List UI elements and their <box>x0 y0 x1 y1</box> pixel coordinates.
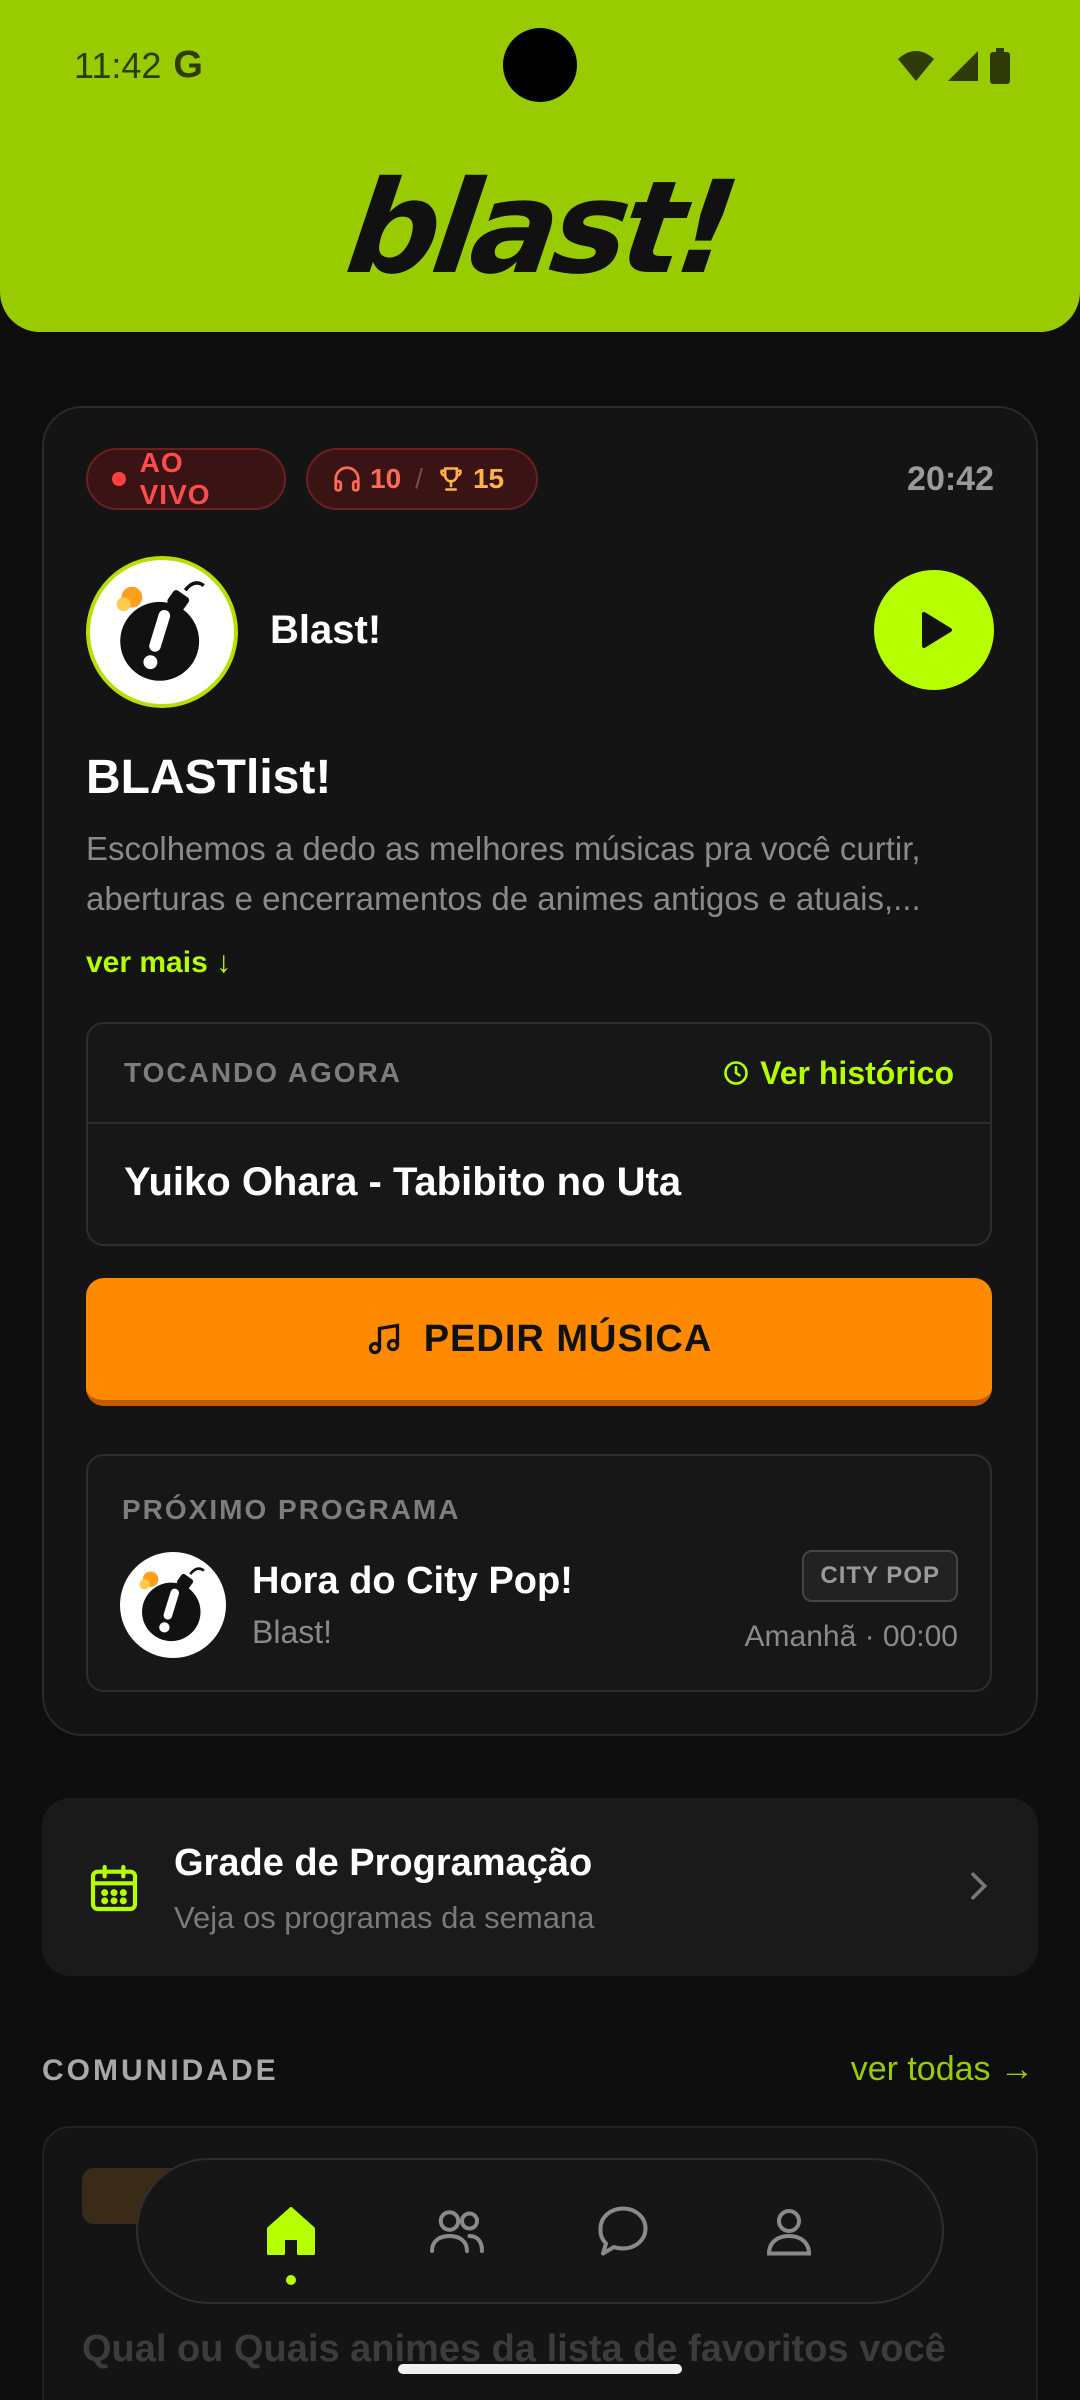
stats-badge: 10 / 15 <box>306 448 538 510</box>
music-note-icon <box>368 1323 399 1355</box>
see-all-link[interactable]: ver todas → <box>851 2050 1034 2089</box>
profile-icon <box>766 2209 812 2256</box>
nav-home[interactable] <box>246 2181 336 2285</box>
now-playing-box: TOCANDO AGORA Ver histórico Yuiko Ohara … <box>86 1022 992 1246</box>
play-button[interactable] <box>874 570 994 690</box>
schedule-card[interactable]: Grade de Programação Veja os programas d… <box>42 1798 1038 1976</box>
bomb-icon <box>116 581 205 681</box>
trophies-count: 15 <box>472 463 505 494</box>
nav-profile[interactable] <box>744 2181 834 2281</box>
live-badge: AO VIVO <box>86 447 286 510</box>
show-title: BLASTlist! <box>86 751 332 804</box>
show-clock: 20:42 <box>907 460 994 498</box>
history-link[interactable]: Ver histórico <box>722 1055 954 1092</box>
bomb-icon <box>139 1567 205 1642</box>
live-label: AO VIVO <box>139 447 211 510</box>
now-playing-header: TOCANDO AGORA Ver histórico <box>88 1024 990 1124</box>
see-more-link[interactable]: ver mais ↓ <box>86 946 231 980</box>
clock-text: 11:42 <box>74 44 162 86</box>
chat-icon <box>598 2206 648 2256</box>
wifi-icon <box>898 51 934 81</box>
blast-logo: blast! <box>338 154 742 303</box>
stats-separator: / <box>415 463 423 494</box>
next-program-avatar <box>120 1552 226 1658</box>
calendar-icon <box>90 1864 138 1912</box>
request-song-button[interactable]: PEDIR MÚSICA <box>86 1278 992 1406</box>
clock-icon <box>724 1061 748 1085</box>
home-indicator[interactable] <box>398 2364 682 2374</box>
station-avatar <box>86 556 238 708</box>
live-station-card: AO VIVO 10 / 15 20:42 Blast! BLASTlist! … <box>42 406 1038 1736</box>
community-section-label: COMUNIDADE <box>42 2054 279 2087</box>
nav-chat[interactable] <box>578 2181 668 2281</box>
request-song-label: PEDIR MÚSICA <box>423 1317 713 1360</box>
next-program-label: PRÓXIMO PROGRAMA <box>122 1494 461 1525</box>
camera-cutout <box>503 28 577 102</box>
users-icon <box>430 2210 484 2253</box>
genre-tag: CITY POP <box>802 1550 958 1602</box>
battery-icon <box>990 48 1010 84</box>
bottom-navigation <box>136 2158 944 2304</box>
app-header: 11:42 G blast! <box>0 0 1080 332</box>
next-program-title: Hora do City Pop! <box>252 1560 573 1602</box>
schedule-subtitle: Veja os programas da semana <box>174 1900 595 1935</box>
status-icons <box>896 48 1010 84</box>
play-icon <box>922 612 952 648</box>
signal-icon <box>948 51 978 81</box>
next-program-box[interactable]: PRÓXIMO PROGRAMA Hora do City Pop! Blast… <box>86 1454 992 1692</box>
live-dot-icon <box>112 472 126 486</box>
nav-community[interactable] <box>412 2181 502 2281</box>
schedule-title: Grade de Programação <box>174 1842 593 1884</box>
next-program-time: Amanhã · 00:00 <box>744 1620 958 1653</box>
chevron-right-icon <box>971 1872 988 1900</box>
active-indicator <box>286 2275 296 2285</box>
listeners-count: 10 <box>370 463 402 494</box>
status-bar-time: 11:42 G <box>74 44 203 87</box>
headphones-icon <box>334 466 360 492</box>
history-label: Ver histórico <box>760 1054 954 1091</box>
show-description: Escolhemos a dedo as melhores músicas pr… <box>86 830 921 917</box>
station-name: Blast! <box>270 608 382 652</box>
now-playing-label: TOCANDO AGORA <box>124 1057 402 1088</box>
trophy-icon <box>440 467 462 491</box>
home-icon <box>267 2207 315 2255</box>
next-program-station: Blast! <box>252 1614 333 1650</box>
now-playing-song: Yuiko Ohara - Tabibito no Uta <box>124 1160 682 1204</box>
google-icon: G <box>173 44 203 86</box>
